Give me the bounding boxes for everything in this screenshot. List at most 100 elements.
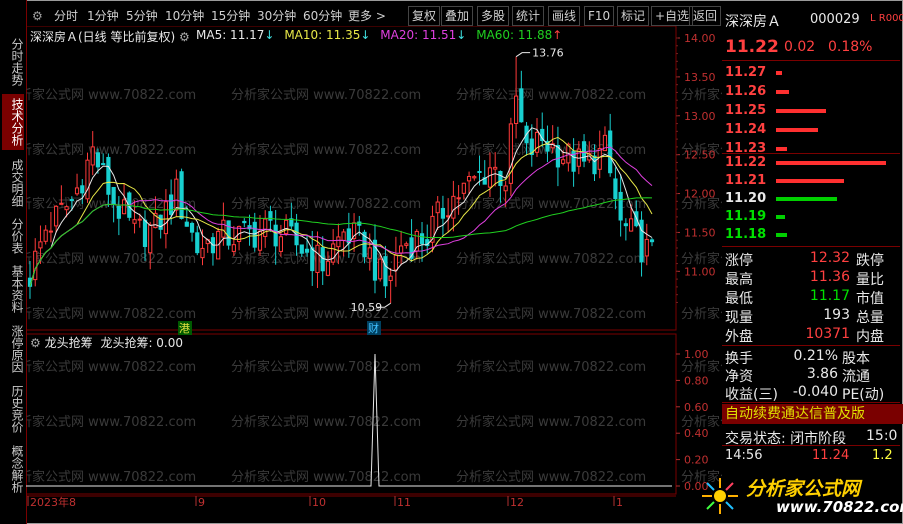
last-price: 11.22	[725, 37, 779, 57]
candle-body	[477, 170, 482, 173]
stat-label: 内盘	[856, 329, 884, 345]
settings-small-icon[interactable]: ⚙	[179, 30, 190, 44]
tab-time-sharing[interactable]: 分时走势	[2, 36, 24, 88]
tab-price-table[interactable]: 分价表	[2, 215, 24, 257]
arrow-down-icon: ↓	[360, 28, 371, 42]
candle-body	[493, 166, 498, 170]
watermark-layer: 分析家公式网 www.70822.com 分析家公式网 www.70822.com…	[26, 87, 722, 485]
multi-stock-button[interactable]: 多股	[477, 6, 510, 26]
ask-volume-bar	[776, 71, 782, 75]
add-watchlist-button[interactable]: +自选	[651, 6, 694, 26]
mark-button[interactable]: 标记	[617, 6, 650, 26]
settings-small-icon[interactable]: ⚙	[30, 336, 41, 350]
tick-price: 11.24	[812, 448, 850, 463]
more-button[interactable]: 更多 >	[348, 6, 386, 26]
tab-technical-analysis[interactable]: 技术分析	[2, 94, 24, 150]
statistics-button[interactable]: 统计	[512, 6, 545, 26]
watermark-text: 分析家公式网 www.70822.com	[681, 87, 722, 103]
tab-concept-analysis[interactable]: 概念解析	[2, 442, 24, 496]
period-button[interactable]: 分时	[54, 6, 78, 26]
candle-body	[649, 239, 655, 243]
candle-body	[231, 244, 236, 252]
date-tick-label: 2023年8	[30, 495, 76, 509]
candle-body	[184, 221, 189, 227]
gear-icon[interactable]: ⚙	[32, 6, 43, 26]
candle-body	[456, 197, 461, 200]
candle-body	[226, 220, 231, 246]
f10-button[interactable]: F10	[584, 6, 615, 26]
bid-volume-bar	[776, 197, 837, 201]
stat-value: 11.17	[809, 288, 850, 304]
candle-body	[639, 219, 644, 263]
draw-line-button[interactable]: 画线	[548, 6, 581, 26]
watermark-text: 分析家公式网 www.70822.com	[26, 306, 196, 322]
tab-basic-info[interactable]: 基本资料	[2, 262, 24, 316]
ma10-legend: MA10: 11.35	[284, 28, 361, 42]
candle-body	[179, 171, 184, 219]
candle-body	[195, 232, 200, 254]
back-button[interactable]: 返回	[689, 6, 722, 26]
watermark-text: 分析家公式网 www.70822.com	[456, 414, 646, 430]
candle-body	[278, 236, 283, 252]
candle-body	[514, 95, 519, 124]
candle-body	[163, 201, 168, 235]
candle-body	[48, 230, 54, 233]
tab-history-auction[interactable]: 历史竞价	[2, 382, 24, 436]
tab-trade-details[interactable]: 成交明细	[2, 156, 24, 210]
divider	[722, 402, 900, 403]
watermark-text: 分析家公式网 www.70822.com	[456, 87, 646, 103]
candle-body	[200, 247, 205, 259]
candle-body	[169, 194, 174, 215]
candle-body	[623, 223, 628, 227]
stat-label: PE(动)	[842, 387, 885, 403]
candle-body	[273, 224, 278, 247]
watermark-text: 分析家公式网 www.70822.com	[231, 142, 421, 158]
period-button[interactable]: 60分钟	[303, 6, 342, 26]
watermark-text: 分析家公式网 www.70822.com	[231, 414, 421, 430]
period-button[interactable]: 15分钟	[211, 6, 250, 26]
period-button[interactable]: 5分钟	[126, 6, 158, 26]
price-tick-label: 14.00	[684, 32, 716, 45]
period-button[interactable]: 30分钟	[257, 6, 296, 26]
candle-body	[33, 250, 38, 281]
ask-price: 11.24	[725, 122, 767, 137]
watermark-text: 分析家公式网 www.70822.com	[26, 251, 196, 267]
candle-body	[404, 243, 409, 246]
adjust-button[interactable]: 复权	[408, 6, 441, 26]
chevron-right-icon: >	[375, 9, 386, 23]
site-logo: 分析家公式网 www.70822.com	[698, 470, 903, 522]
stock-code: 000029	[810, 12, 860, 27]
finance-marker: 财	[368, 321, 379, 335]
kline-chart[interactable]: 分析家公式网 www.70822.com 分析家公式网 www.70822.com…	[26, 26, 722, 522]
candle-body	[388, 275, 393, 282]
stat-value: 11.36	[809, 269, 850, 285]
candle-body	[59, 202, 64, 205]
price-tick-label: 11.00	[684, 265, 716, 278]
watermark-text: 分析家公式网 www.70822.com	[231, 469, 421, 485]
overlay-button[interactable]: 叠加	[441, 6, 474, 26]
candle-body	[393, 254, 398, 271]
candle-body	[263, 218, 268, 237]
candle-body	[383, 256, 388, 287]
candle-body	[399, 245, 404, 254]
bid-volume-bar	[776, 179, 845, 183]
period-button[interactable]: 1分钟	[87, 6, 119, 26]
candle-body	[189, 222, 195, 233]
stat-value: 3.86	[806, 366, 838, 382]
stat-label: 股本	[842, 351, 870, 367]
candle-body	[221, 219, 226, 238]
low-price-label: 10.59	[351, 301, 383, 314]
date-tick-label: 11	[397, 496, 411, 509]
tab-limit-up-reason[interactable]: 涨停原因	[2, 322, 24, 376]
ma20-legend: MA20: 11.51	[380, 28, 457, 42]
more-label: 更多	[348, 9, 373, 23]
stat-value: 0.21%	[793, 348, 838, 364]
period-button[interactable]: 10分钟	[165, 6, 204, 26]
bid-volume-bar	[776, 215, 785, 219]
logo-text: 分析家公式网	[746, 478, 861, 500]
price-tick-label: 13.50	[684, 71, 716, 84]
stock-flags: L R000	[870, 13, 903, 24]
bid-price: 11.20	[725, 191, 767, 206]
price-tick-label: 11.50	[684, 226, 716, 239]
subscription-banner[interactable]: 自动续费通达信普及版	[722, 404, 903, 424]
